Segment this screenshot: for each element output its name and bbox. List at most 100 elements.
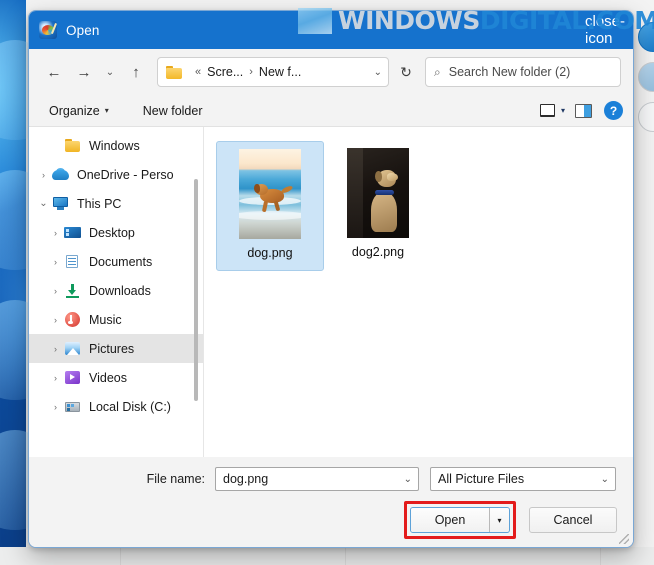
navigation-sidebar: Windows › OneDrive - Perso ⌄ This PC › D…	[29, 127, 204, 457]
chevron-down-icon[interactable]: ⌄	[601, 474, 609, 485]
navigation-bar: ← → ⌄ ↑ « Scre... › New f... ⌄ ↻ ⌕ Searc…	[29, 49, 633, 95]
desktop-icon	[64, 225, 81, 240]
new-folder-button[interactable]: New folder	[137, 101, 209, 121]
pictures-icon	[64, 341, 81, 356]
file-item-dog-png[interactable]: dog.png	[216, 141, 324, 271]
folder-icon	[166, 65, 182, 79]
sidebar-item-downloads[interactable]: › Downloads	[29, 276, 203, 305]
expander-icon[interactable]: ⌄	[35, 198, 52, 209]
organize-button[interactable]: Organize ▾	[43, 101, 115, 121]
onedrive-icon	[52, 167, 69, 182]
this-pc-icon	[52, 196, 69, 211]
title-bar: Open close-icon	[29, 11, 633, 49]
sidebar-item-label: Local Disk (C:)	[89, 399, 171, 414]
search-placeholder: Search New folder (2)	[448, 65, 571, 79]
videos-icon	[64, 370, 81, 385]
filename-row: File name: dog.png ⌄ All Picture Files ⌄	[29, 467, 633, 491]
background-circle-2	[638, 62, 654, 92]
filename-input[interactable]: dog.png ⌄	[215, 467, 419, 491]
open-split-button[interactable]: Open ▾	[410, 507, 510, 533]
breadcrumb-item-1[interactable]: Scre...	[207, 65, 243, 79]
new-folder-label: New folder	[142, 103, 203, 118]
expander-icon[interactable]: ›	[47, 286, 64, 296]
up-button[interactable]: ↑	[121, 57, 151, 87]
preview-pane-icon[interactable]	[575, 103, 592, 118]
dialog-buttons: Open ▾ Cancel	[404, 501, 617, 539]
desktop-wallpaper	[0, 0, 60, 565]
organize-label: Organize	[49, 103, 100, 118]
sidebar-item-music[interactable]: › Music	[29, 305, 203, 334]
sidebar-item-this-pc[interactable]: ⌄ This PC	[29, 189, 203, 218]
sidebar-scrollbar[interactable]	[194, 179, 198, 401]
chevron-down-icon[interactable]: ⌄	[366, 67, 382, 78]
breadcrumb-item-2[interactable]: New f...	[259, 65, 301, 79]
file-item-dog2-png[interactable]: dog2.png	[324, 141, 432, 271]
expander-icon[interactable]: ›	[47, 373, 64, 383]
sidebar-item-label: Pictures	[89, 341, 135, 356]
breadcrumb-separator: ›	[249, 66, 253, 78]
sidebar-item-label: Videos	[89, 370, 127, 385]
documents-icon	[64, 254, 81, 269]
sidebar-item-desktop[interactable]: › Desktop	[29, 218, 203, 247]
command-bar-right-group: ▾ ?	[539, 101, 623, 120]
chevron-down-icon[interactable]: ▾	[559, 106, 571, 115]
background-circle-3	[638, 102, 654, 132]
file-list[interactable]: dog.png dog2.png	[204, 127, 633, 457]
expander-icon[interactable]: ›	[47, 344, 64, 354]
filename-value: dog.png	[223, 472, 269, 486]
expander-icon[interactable]: ›	[47, 402, 64, 412]
resize-grip[interactable]	[619, 534, 629, 544]
help-button[interactable]: ?	[604, 101, 623, 120]
refresh-button[interactable]: ↻	[391, 57, 421, 87]
taskbar-strip	[0, 547, 654, 565]
open-button[interactable]: Open	[411, 508, 489, 532]
open-file-dialog: Open close-icon ← → ⌄ ↑ « Scre... › New …	[28, 10, 634, 548]
expander-icon[interactable]: ›	[35, 170, 52, 180]
sidebar-item-label: OneDrive - Perso	[77, 167, 174, 182]
sidebar-item-label: Music	[89, 312, 122, 327]
file-name-label: dog.png	[247, 246, 293, 260]
forward-button[interactable]: →	[69, 57, 99, 87]
sidebar-item-label: Desktop	[89, 225, 135, 240]
back-button[interactable]: ←	[39, 57, 69, 87]
sidebar-item-label: This PC	[77, 196, 122, 211]
chevron-down-icon[interactable]: ⌄	[404, 474, 412, 485]
file-type-filter-select[interactable]: All Picture Files ⌄	[430, 467, 616, 491]
sidebar-item-pictures[interactable]: › Pictures	[29, 334, 203, 363]
cancel-button[interactable]: Cancel	[529, 507, 617, 533]
sidebar-item-label: Downloads	[89, 283, 151, 298]
layout-view-icon[interactable]	[539, 104, 555, 117]
recent-locations-button[interactable]: ⌄	[99, 57, 121, 87]
search-input[interactable]: ⌕ Search New folder (2)	[425, 57, 621, 87]
dialog-title: Open	[66, 22, 100, 38]
expander-icon[interactable]: ›	[47, 228, 64, 238]
downloads-icon	[64, 283, 81, 298]
sidebar-item-label: Documents	[89, 254, 153, 269]
dialog-footer: File name: dog.png ⌄ All Picture Files ⌄…	[29, 457, 633, 547]
sidebar-item-onedrive[interactable]: › OneDrive - Perso	[29, 160, 203, 189]
dialog-body: Windows › OneDrive - Perso ⌄ This PC › D…	[29, 127, 633, 457]
sidebar-item-label: Windows	[89, 138, 140, 153]
sidebar-item-local-disk[interactable]: › Local Disk (C:)	[29, 392, 203, 421]
expander-icon[interactable]: ›	[47, 257, 64, 267]
address-bar[interactable]: « Scre... › New f... ⌄	[157, 57, 389, 87]
folder-icon	[64, 138, 81, 153]
expander-icon[interactable]: ›	[47, 315, 64, 325]
sidebar-item-videos[interactable]: › Videos	[29, 363, 203, 392]
sidebar-item-documents[interactable]: › Documents	[29, 247, 203, 276]
command-bar: Organize ▾ New folder ▾ ?	[29, 95, 633, 127]
open-dropdown-arrow-icon[interactable]: ▾	[489, 508, 509, 532]
open-button-highlight: Open ▾	[404, 501, 516, 539]
search-icon: ⌕	[434, 64, 441, 79]
filter-value: All Picture Files	[438, 472, 525, 486]
file-name-label: dog2.png	[351, 245, 405, 259]
paint-palette-icon	[39, 21, 57, 39]
file-thumbnail	[347, 148, 409, 238]
music-icon	[64, 312, 81, 327]
background-circle-1	[638, 22, 654, 52]
filename-label: File name:	[146, 472, 205, 486]
breadcrumb-prefix: «	[195, 66, 202, 78]
close-icon[interactable]: close-icon	[585, 11, 627, 49]
sidebar-item-windows[interactable]: Windows	[29, 131, 203, 160]
local-disk-icon	[64, 399, 81, 414]
